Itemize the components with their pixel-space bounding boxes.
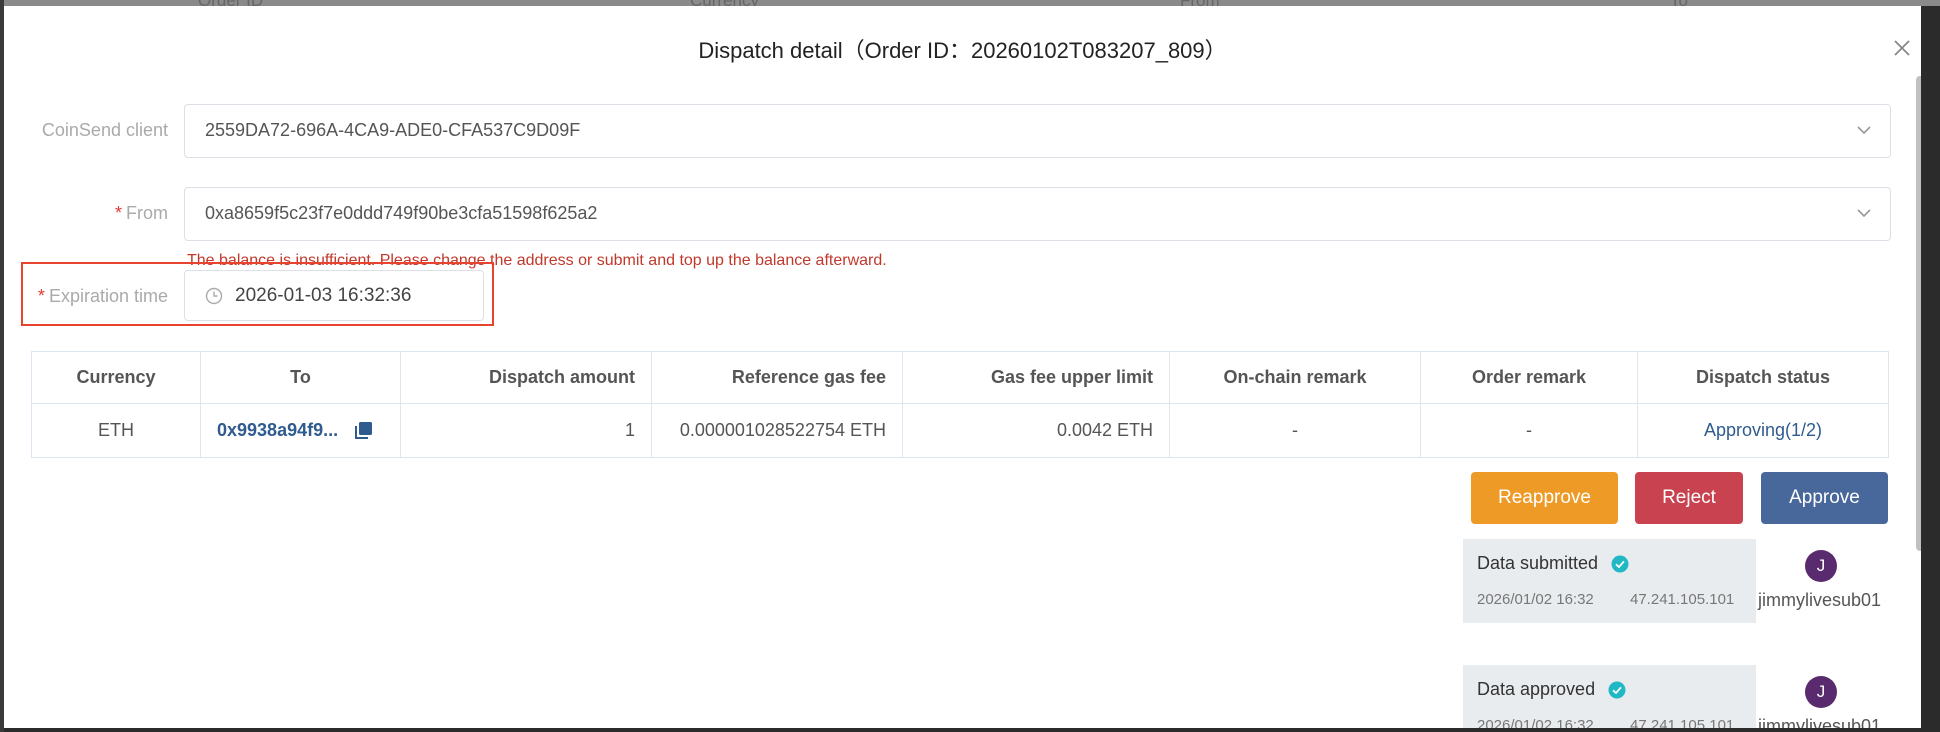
event-title: Data submitted	[1477, 553, 1629, 574]
column-header: Gas fee upper limit	[902, 351, 1170, 404]
table-row: ETH 0x9938a94f9... 1 0.000001028522754 E…	[31, 403, 1889, 458]
timeline-event-card: Data submitted 2026/01/02 16:32 47.241.1…	[1463, 539, 1756, 623]
event-user: jimmylivesub01	[1758, 590, 1882, 610]
onchain-remark-cell: -	[1169, 403, 1421, 458]
to-address-link[interactable]: 0x9938a94f9...	[217, 420, 338, 440]
event-time: 2026/01/02 16:32	[1477, 591, 1594, 608]
event-ip: 47.241.105.101	[1630, 591, 1735, 608]
clock-icon	[205, 287, 223, 305]
required-mark: *	[37, 286, 45, 306]
column-header: Order remark	[1420, 351, 1638, 404]
chevron-down-icon	[1857, 126, 1871, 135]
currency-cell: ETH	[31, 403, 201, 458]
table-header-row: Currency To Dispatch amount Reference ga…	[31, 351, 1889, 404]
to-cell: 0x9938a94f9...	[200, 403, 401, 458]
status-link[interactable]: Approving(1/2)	[1704, 420, 1822, 440]
dispatch-table: Currency To Dispatch amount Reference ga…	[31, 351, 1889, 458]
approve-button[interactable]: Approve	[1761, 472, 1888, 524]
expiration-value: 2026-01-03 16:32:36	[235, 285, 412, 306]
expiration-label: * Expiration time	[37, 286, 168, 306]
check-circle-icon	[1608, 681, 1626, 699]
event-user: jimmylivesub01	[1758, 716, 1882, 728]
copy-icon[interactable]	[353, 421, 373, 441]
reapprove-button[interactable]: Reapprove	[1471, 472, 1618, 524]
required-mark: *	[114, 203, 122, 223]
gas-upper-cell: 0.0042 ETH	[902, 403, 1170, 458]
amount-cell: 1	[400, 403, 652, 458]
order-remark-cell: -	[1420, 403, 1638, 458]
client-select-value: 2559DA72-696A-4CA9-ADE0-CFA537C9D09F	[205, 120, 581, 140]
event-title: Data approved	[1477, 679, 1626, 700]
column-header: On-chain remark	[1169, 351, 1421, 404]
column-header: Dispatch status	[1637, 351, 1889, 404]
from-label: * From	[114, 203, 168, 223]
timeline-event-card: Data approved 2026/01/02 16:32 47.241.10…	[1463, 665, 1756, 728]
reject-button[interactable]: Reject	[1635, 472, 1743, 524]
client-label: CoinSend client	[41, 120, 168, 140]
from-select-value: 0xa8659f5c23f7e0ddd749f90be3cfa51598f625…	[205, 203, 598, 223]
check-circle-icon	[1611, 555, 1629, 573]
dispatch-detail-modal: Dispatch detail（Order ID：20260102T083207…	[4, 6, 1921, 728]
event-time: 2026/01/02 16:32	[1477, 717, 1594, 728]
column-header: To	[200, 351, 401, 404]
status-cell: Approving(1/2)	[1637, 403, 1889, 458]
from-select[interactable]: 0xa8659f5c23f7e0ddd749f90be3cfa51598f625…	[184, 187, 1891, 241]
column-header: Currency	[31, 351, 201, 404]
modal-scrollbar[interactable]	[1916, 76, 1921, 551]
modal-title: Dispatch detail（Order ID：20260102T083207…	[698, 38, 1227, 63]
column-header: Reference gas fee	[651, 351, 903, 404]
client-select[interactable]: 2559DA72-696A-4CA9-ADE0-CFA537C9D09F	[184, 104, 1891, 158]
column-header: Dispatch amount	[400, 351, 652, 404]
close-icon[interactable]	[1890, 36, 1914, 60]
chevron-down-icon	[1857, 209, 1871, 218]
event-ip: 47.241.105.101	[1630, 717, 1735, 728]
ref-gas-fee-cell: 0.000001028522754 ETH	[651, 403, 903, 458]
avatar: J	[1805, 550, 1837, 582]
expiration-date-picker[interactable]: 2026-01-03 16:32:36	[184, 270, 484, 321]
avatar: J	[1805, 676, 1837, 708]
